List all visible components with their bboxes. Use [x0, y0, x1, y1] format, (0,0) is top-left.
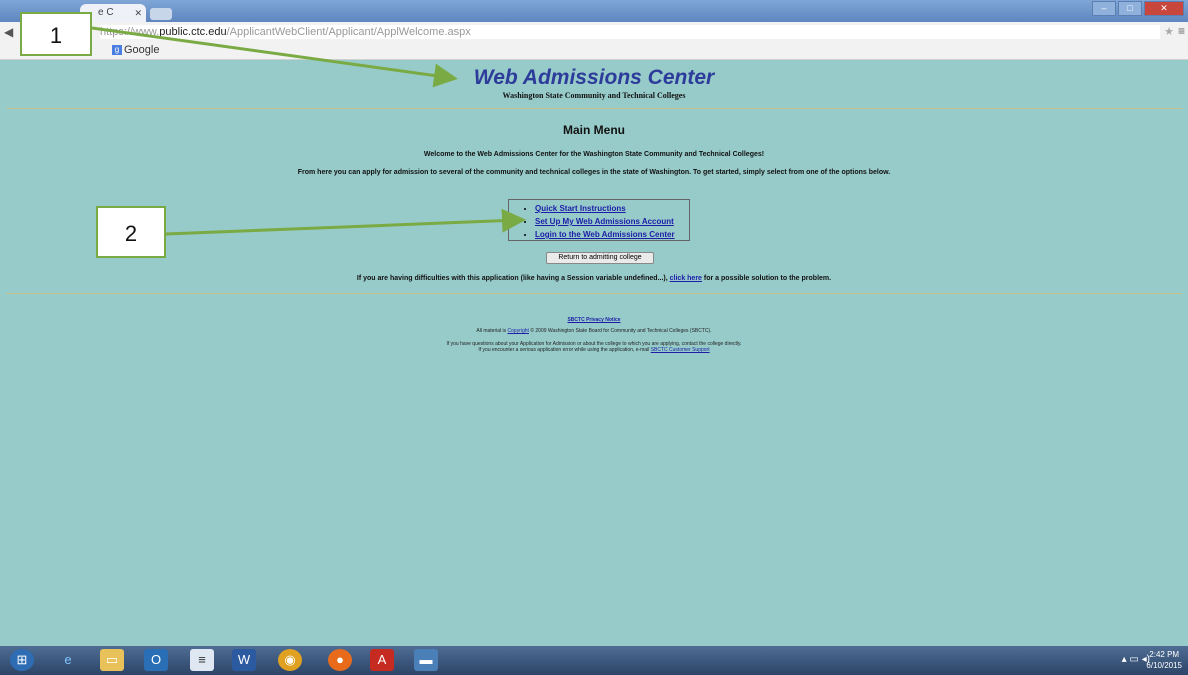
clock-date: 6/10/2015	[1146, 661, 1182, 670]
site-subtitle: Washington State Community and Technical…	[502, 91, 686, 100]
url-host: public.ctc.edu	[159, 26, 227, 38]
quick-start-link[interactable]: Quick Start Instructions	[535, 204, 626, 213]
click-here-link[interactable]: click here	[670, 275, 702, 282]
list-item: Set Up My Web Admissions Account	[535, 215, 689, 228]
explorer-icon[interactable]: ▭	[100, 649, 124, 671]
page-title: Main Menu	[563, 123, 625, 137]
clock[interactable]: 2:42 PM 6/10/2015	[1146, 649, 1182, 671]
login-link[interactable]: Login to the Web Admissions Center	[535, 230, 675, 239]
bookmarks-bar: g Google	[0, 42, 1188, 60]
windows-start-icon[interactable]: ⊞	[10, 649, 34, 671]
copyright-suffix: © 2009 Washington State Board for Commun…	[530, 328, 712, 334]
taskbar: ⊞ e ▭ O ≡ W ◉ ● A ▬ ▴ ▭ ◂) 2:42 PM 6/10/…	[0, 646, 1188, 675]
back-arrow-icon[interactable]: ◀	[4, 25, 13, 39]
tab-close-icon[interactable]: ✕	[134, 4, 142, 22]
welcome-text: Welcome to the Web Admissions Center for…	[423, 151, 765, 158]
clock-time: 2:42 PM	[1149, 650, 1180, 659]
intro-text: From here you can apply for admission to…	[297, 169, 891, 176]
callout-1: 1	[20, 12, 92, 56]
customer-support-link[interactable]: SBCTC Customer Support	[651, 347, 710, 353]
bookmark-google[interactable]: Google	[124, 44, 159, 56]
options-list: Quick Start Instructions Set Up My Web A…	[509, 200, 689, 241]
privacy-notice-link[interactable]: SBCTC Privacy Notice	[0, 317, 1188, 323]
copyright-text: All material is Copyright © 2009 Washing…	[0, 328, 1188, 334]
url-input[interactable]: https://www.public.ctc.edu/ApplicantWebC…	[100, 25, 1160, 39]
acrobat-icon[interactable]: A	[370, 649, 394, 671]
difficulty-prefix: If you are having difficulties with this…	[356, 275, 668, 282]
difficulty-suffix: for a possible solution to the problem.	[703, 275, 832, 282]
url-path: /ApplicantWebClient/Applicant/ApplWelcom…	[226, 26, 471, 38]
tab-label: e C	[98, 7, 114, 18]
bookmark-star-icon[interactable]: ★	[1164, 25, 1174, 38]
site-title: Web Admissions Center	[473, 66, 715, 89]
difficulty-text: If you are having difficulties with this…	[0, 275, 1188, 282]
window-controls: – □ ✕	[1092, 1, 1184, 16]
page-content: Web Admissions Center Washington State C…	[0, 60, 1188, 646]
contact-text: If you have questions about your Applica…	[0, 341, 1188, 353]
callout-2: 2	[96, 206, 166, 258]
minimize-icon[interactable]: –	[1092, 1, 1116, 16]
url-scheme: https://www.	[100, 26, 160, 38]
firefox-icon[interactable]: ●	[328, 649, 352, 671]
list-item: Login to the Web Admissions Center	[535, 228, 689, 241]
address-bar: ◀ https://www.public.ctc.edu/ApplicantWe…	[0, 22, 1188, 43]
notepad-icon[interactable]: ≡	[190, 649, 214, 671]
contact-line2-prefix: If you encounter a serious application e…	[478, 347, 650, 353]
outlook-icon[interactable]: O	[144, 649, 168, 671]
options-box: Quick Start Instructions Set Up My Web A…	[508, 199, 690, 241]
ie-icon[interactable]: e	[56, 649, 80, 671]
new-tab-button[interactable]	[150, 8, 172, 20]
list-item: Quick Start Instructions	[535, 202, 689, 215]
return-to-college-button[interactable]: Return to admitting college	[546, 252, 654, 264]
divider-bottom	[6, 293, 1182, 294]
copyright-link[interactable]: Copyright	[508, 328, 529, 334]
close-window-icon[interactable]: ✕	[1144, 1, 1184, 16]
google-icon: g	[112, 45, 122, 55]
word-icon[interactable]: W	[232, 649, 256, 671]
folder-icon[interactable]: ▬	[414, 649, 438, 671]
maximize-icon[interactable]: □	[1118, 1, 1142, 16]
contact-line2: If you encounter a serious application e…	[0, 347, 1188, 353]
copyright-prefix: All material is	[476, 328, 507, 334]
setup-account-link[interactable]: Set Up My Web Admissions Account	[535, 217, 674, 226]
chrome-icon[interactable]: ◉	[278, 649, 302, 671]
divider-top	[6, 108, 1182, 109]
browser-title-bar: e C ✕ – □ ✕	[0, 0, 1188, 22]
browser-menu-icon[interactable]: ≡	[1178, 24, 1185, 38]
